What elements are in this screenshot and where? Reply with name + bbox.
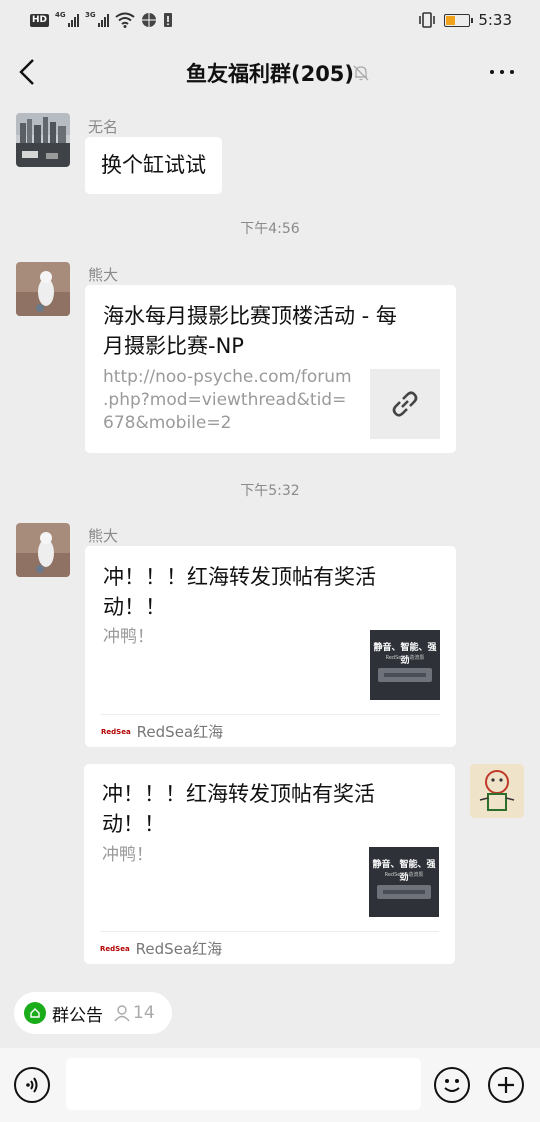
card-desc: 冲鸭！: [102, 845, 153, 865]
network-type-1: 4G: [55, 11, 66, 19]
thumbnail-subcaption: RedSea®造流泵: [385, 655, 425, 661]
vibrate-icon: [419, 12, 436, 28]
source-name: RedSea红海: [135, 940, 223, 958]
card-divider: [101, 714, 440, 715]
message-input[interactable]: [66, 1058, 421, 1110]
article-thumbnail: 静音、智能、强劲 RedSea®造流泵: [369, 847, 439, 917]
member-count-value: 14: [133, 1003, 155, 1023]
card-source[interactable]: RedSea RedSea红海: [101, 721, 223, 742]
redsea-logo: RedSea: [101, 727, 131, 736]
wifi-icon: [115, 12, 135, 28]
plus-icon[interactable]: [488, 1067, 524, 1103]
announcement-icon: [24, 1002, 46, 1024]
clock: 5:33: [478, 11, 512, 29]
message-bubble[interactable]: 换个缸试试: [85, 137, 222, 194]
sender-name: 熊大: [88, 527, 119, 545]
hd-badge: HD: [30, 13, 50, 27]
avatar-xiongda[interactable]: [16, 262, 70, 316]
group-notice-button[interactable]: 群公告 14: [14, 992, 172, 1034]
card-title-line: 动！！: [102, 812, 165, 836]
status-right: 5:33: [418, 10, 512, 30]
emoji-icon[interactable]: [434, 1067, 470, 1103]
thumbnail-caption: 静音、智能、强劲: [373, 643, 437, 666]
article-card[interactable]: 冲！！！红海转发顶帖有奖活 动！！ 冲鸭！ 静音、智能、强劲 RedSea®造流…: [85, 546, 456, 747]
link-icon: [370, 369, 440, 439]
more-icon[interactable]: [490, 70, 514, 74]
avatar-wuming[interactable]: [16, 113, 70, 167]
chat-title: 鱼友福利群(205): [185, 62, 355, 86]
status-bar: HD 4G 3G 5:33: [0, 0, 540, 40]
status-left: HD 4G 3G: [30, 11, 173, 29]
card-desc-line: .php?mod=viewthread&tid=: [103, 390, 347, 410]
signal-icon: 4G: [55, 11, 80, 27]
card-title-line: 冲！！！红海转发顶帖有奖活: [103, 565, 376, 589]
card-divider: [100, 931, 439, 932]
card-desc-line: 678&mobile=2: [103, 413, 232, 433]
avatar-self[interactable]: [470, 764, 524, 818]
card-desc-line: http://noo-psyche.com/forum: [103, 367, 352, 387]
card-title-line: 动！！: [103, 595, 166, 619]
voice-icon[interactable]: [14, 1067, 50, 1103]
chat-header: 鱼友福利群(205): [0, 40, 540, 104]
input-bar: [0, 1048, 540, 1122]
signal-icon-2: 3G: [85, 11, 110, 27]
redsea-logo: RedSea: [100, 944, 130, 953]
article-thumbnail: 静音、智能、强劲 RedSea®造流泵: [370, 630, 440, 700]
timestamp: 下午5:32: [240, 483, 300, 499]
sender-name: 熊大: [88, 266, 119, 284]
group-notice-label: 群公告: [52, 1005, 103, 1026]
message-text: 换个缸试试: [101, 153, 206, 177]
sim-alert-icon: [164, 13, 173, 27]
source-name: RedSea红海: [136, 723, 224, 741]
thumbnail-subcaption: RedSea®造流泵: [384, 872, 424, 878]
article-card[interactable]: 冲！！！红海转发顶帖有奖活 动！！ 冲鸭！ 静音、智能、强劲 RedSea®造流…: [84, 764, 455, 964]
network-type-2: 3G: [85, 11, 96, 19]
person-icon: [114, 1005, 130, 1022]
card-desc: 冲鸭！: [103, 627, 154, 647]
avatar-xiongda[interactable]: [16, 523, 70, 577]
link-card[interactable]: 海水每月摄影比赛顶楼活动 - 每 月摄影比赛-NP http://noo-psy…: [85, 285, 456, 453]
battery-icon: [444, 13, 474, 27]
card-title-line: 月摄影比赛-NP: [103, 334, 244, 358]
globe-icon: [142, 13, 157, 27]
card-title-line: 海水每月摄影比赛顶楼活动 - 每: [103, 304, 397, 328]
bell-off-icon: [353, 65, 369, 81]
card-title-line: 冲！！！红海转发顶帖有奖活: [102, 782, 375, 806]
sender-name: 无名: [88, 118, 119, 136]
thumbnail-caption: 静音、智能、强劲: [372, 860, 436, 883]
timestamp: 下午4:56: [240, 221, 300, 237]
member-count: 14: [113, 1003, 155, 1023]
card-source[interactable]: RedSea RedSea红海: [100, 938, 222, 959]
